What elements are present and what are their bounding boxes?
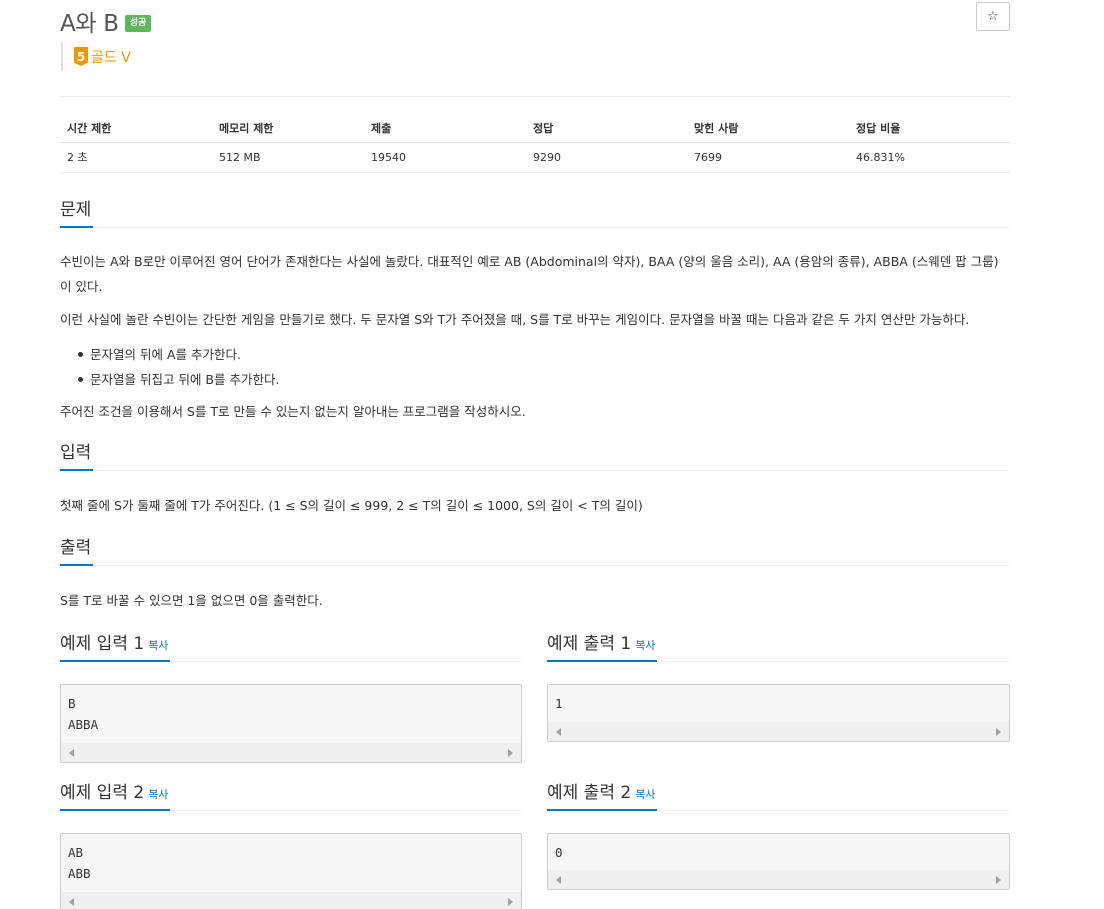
value-time-limit: 2 초 xyxy=(60,142,212,173)
header-accepted: 정답 xyxy=(526,114,687,143)
input-description: 첫째 줄에 S가 둘째 줄에 T가 주어진다. (1 ≤ S의 길이 ≤ 999… xyxy=(60,498,643,513)
header-solvers: 맞힌 사람 xyxy=(687,114,849,143)
problem-title: A와 B xyxy=(60,11,119,37)
sample-output-2-content: 0 xyxy=(555,845,563,860)
tier-info: 5 골드 V xyxy=(61,42,131,71)
horizontal-scrollbar[interactable] xyxy=(548,870,1009,889)
list-item: 문자열의 뒤에 A를 추가한다. xyxy=(60,342,1010,367)
header-accept-ratio: 정답 비율 xyxy=(849,114,1010,143)
description-paragraph-2: 이런 사실에 놀란 수빈이는 간단한 게임을 만들기로 했다. 두 문자열 S와… xyxy=(60,312,970,327)
sample-input-1-content: B ABBA xyxy=(68,696,99,732)
scroll-left-icon[interactable] xyxy=(556,876,561,884)
table-header-row: 시간 제한 메모리 제한 제출 정답 맞힌 사람 정답 비율 xyxy=(60,114,1010,143)
sample-output-1-heading-row: 예제 출력 1 복사 xyxy=(547,632,1010,662)
sample-input-1-heading: 예제 입력 1 xyxy=(60,634,145,654)
scroll-left-icon[interactable] xyxy=(556,728,561,736)
description-heading: 문제 xyxy=(60,198,94,228)
list-item: 문자열을 뒤집고 뒤에 B를 추가한다. xyxy=(60,367,1010,392)
sample-output-1-box[interactable]: 1 xyxy=(547,684,1010,742)
scroll-right-icon[interactable] xyxy=(508,749,513,757)
value-submissions: 19540 xyxy=(364,142,526,173)
value-accepted: 9290 xyxy=(526,142,687,173)
section-heading-description: 문제 xyxy=(60,198,1010,228)
sample-input-2-heading-row: 예제 입력 2 복사 xyxy=(60,781,522,811)
sample-output-2-heading-row: 예제 출력 2 복사 xyxy=(547,781,1010,811)
horizontal-scrollbar[interactable] xyxy=(548,722,1009,741)
operation-list: 문자열의 뒤에 A를 추가한다. 문자열을 뒤집고 뒤에 B를 추가한다. xyxy=(60,342,1010,392)
copy-sample-input-2-button[interactable]: 복사 xyxy=(148,788,168,801)
output-description: S를 T로 바꿀 수 있으면 1을 없으면 0을 출력한다. xyxy=(60,593,323,608)
tier-name: 골드 V xyxy=(91,49,131,66)
header-submissions: 제출 xyxy=(364,114,526,143)
table-row: 2 초 512 MB 19540 9290 7699 46.831% xyxy=(60,142,1010,173)
input-heading: 입력 xyxy=(60,441,94,471)
section-heading-output: 출력 xyxy=(60,536,1010,566)
sample-input-2-box[interactable]: AB ABB xyxy=(60,833,522,909)
copy-sample-input-1-button[interactable]: 복사 xyxy=(148,639,168,652)
sample-output-1-heading: 예제 출력 1 xyxy=(547,634,632,654)
scroll-right-icon[interactable] xyxy=(996,876,1001,884)
value-accept-ratio: 46.831% xyxy=(849,142,1010,173)
scroll-left-icon[interactable] xyxy=(69,898,74,906)
copy-sample-output-1-button[interactable]: 복사 xyxy=(635,639,655,652)
sample-input-1-box[interactable]: B ABBA xyxy=(60,684,522,763)
description-paragraph-3: 주어진 조건을 이용해서 S를 T로 만들 수 있는지 없는지 알아내는 프로그… xyxy=(60,404,526,419)
sample-output-1-content: 1 xyxy=(555,696,563,711)
value-memory-limit: 512 MB xyxy=(212,142,364,173)
scroll-right-icon[interactable] xyxy=(996,728,1001,736)
value-solvers: 7699 xyxy=(687,142,849,173)
copy-sample-output-2-button[interactable]: 복사 xyxy=(635,788,655,801)
sample-output-2-heading: 예제 출력 2 xyxy=(547,783,632,803)
sample-input-2-content: AB ABB xyxy=(68,845,91,881)
problem-info-table: 시간 제한 메모리 제한 제출 정답 맞힌 사람 정답 비율 2 초 512 M… xyxy=(60,114,1010,173)
sample-input-1-heading-row: 예제 입력 1 복사 xyxy=(60,632,522,662)
section-heading-input: 입력 xyxy=(60,441,1010,471)
description-paragraph-1: 수빈이는 A와 B로만 이루어진 영어 단어가 존재한다는 사실에 놀랐다. 대… xyxy=(60,254,999,294)
sample-output-2-box[interactable]: 0 xyxy=(547,833,1010,890)
horizontal-scrollbar[interactable] xyxy=(61,892,521,909)
divider xyxy=(60,96,1010,97)
problem-title-row: A와 B 성공 xyxy=(60,4,152,38)
header-memory-limit: 메모리 제한 xyxy=(212,114,364,143)
result-badge: 성공 xyxy=(124,14,152,32)
header-time-limit: 시간 제한 xyxy=(60,114,212,143)
horizontal-scrollbar[interactable] xyxy=(61,743,521,762)
star-icon: ☆ xyxy=(987,9,999,24)
output-heading: 출력 xyxy=(60,536,94,566)
star-button[interactable]: ☆ xyxy=(976,2,1010,31)
tier-badge-icon: 5 xyxy=(74,47,88,66)
sample-input-2-heading: 예제 입력 2 xyxy=(60,783,145,803)
scroll-left-icon[interactable] xyxy=(69,749,74,757)
scroll-right-icon[interactable] xyxy=(508,898,513,906)
